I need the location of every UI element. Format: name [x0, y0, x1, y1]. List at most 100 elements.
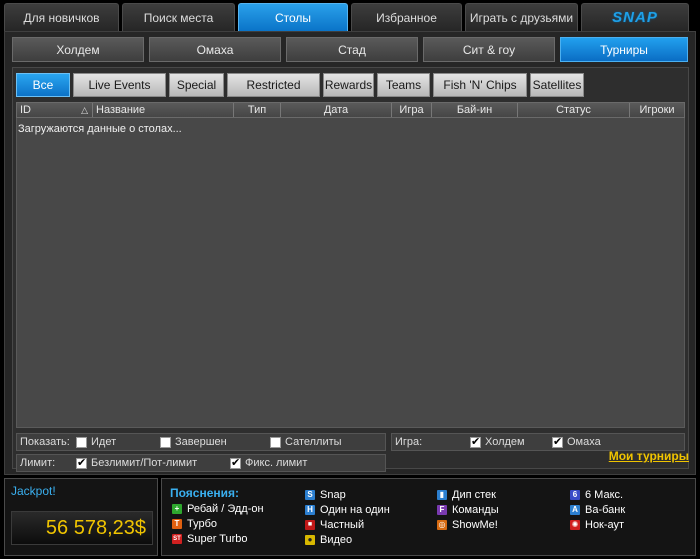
column-name[interactable]: Название: [93, 103, 234, 117]
game-label: Игра:: [395, 436, 423, 448]
column-game[interactable]: Игра: [392, 103, 432, 117]
filter-satellites[interactable]: Satellites: [530, 73, 584, 97]
checkbox-label: Безлимит/Пот-лимит: [91, 457, 198, 469]
column-buyin[interactable]: Бай-ин: [432, 103, 518, 117]
column-status[interactable]: Статус: [518, 103, 630, 117]
show-finished-checkbox[interactable]: Завершен: [160, 436, 270, 448]
bottom-bar: Jackpot! 56 578,23$ Пояснения: + Ребай / …: [4, 478, 696, 556]
column-id[interactable]: ID △: [17, 103, 93, 117]
filter-restricted[interactable]: Restricted: [227, 73, 320, 97]
legend-item: A Ва-банк: [570, 503, 625, 516]
tournament-filters: Все Live Events Special Restricted Rewar…: [16, 73, 584, 97]
column-type[interactable]: Тип: [234, 103, 281, 117]
filter-all[interactable]: Все: [16, 73, 70, 97]
legend-item-label: Частный: [320, 518, 365, 531]
legend-item: F Команды: [437, 503, 499, 516]
limit-filter-row: Лимит: Безлимит/Пот-лимит Фикс. лимит: [16, 454, 386, 472]
legend-item: ● Видео: [305, 533, 390, 546]
legend-item: ▮ Дип стек: [437, 488, 499, 501]
show-filter-row: Показать: Идет Завершен Сателлиты: [16, 433, 386, 451]
legend-item-label: 6 Макс.: [585, 488, 624, 501]
checkbox-label: Сателлиты: [285, 436, 342, 448]
tab-sit-and-go[interactable]: Сит & гоу: [423, 37, 555, 62]
column-players[interactable]: Игроки: [630, 103, 684, 117]
legend-item: H Один на один: [305, 503, 390, 516]
filter-rewards[interactable]: Rewards: [323, 73, 374, 97]
video-icon: ●: [305, 534, 315, 545]
legend-item: 6 6 Макс.: [570, 488, 625, 501]
checkbox-label: Фикс. лимит: [245, 457, 308, 469]
sort-asc-icon: △: [81, 105, 88, 115]
turbo-icon: T: [172, 518, 182, 529]
jackpot-panel: Jackpot! 56 578,23$: [4, 478, 158, 556]
legend-item-label: Турбо: [187, 517, 218, 530]
limit-fixed-checkbox[interactable]: Фикс. лимит: [230, 456, 308, 470]
legend-title: Пояснения:: [170, 486, 240, 500]
filter-special[interactable]: Special: [169, 73, 224, 97]
legend-panel: Пояснения: + Ребай / Эдд-он T Турбо ST Supe…: [161, 478, 696, 556]
heads-up-icon: H: [305, 504, 315, 515]
legend-item: S Snap: [305, 488, 390, 501]
knockout-icon: ✺: [570, 519, 580, 530]
snap-icon: S: [305, 489, 315, 500]
snap-logo[interactable]: SNAP: [581, 3, 689, 31]
tournament-list[interactable]: Загружаются данные о столах...: [16, 118, 685, 428]
limit-label: Лимит:: [20, 457, 56, 469]
game-omaha-checkbox[interactable]: Омаха: [552, 435, 601, 449]
show-running-checkbox[interactable]: Идет: [76, 436, 160, 448]
column-date[interactable]: Дата: [281, 103, 392, 117]
legend-item: + Ребай / Эдд-он: [172, 502, 264, 515]
legend-item-label: Ва-банк: [585, 503, 626, 516]
checkbox-box[interactable]: [76, 436, 87, 448]
checkbox-box[interactable]: [160, 436, 171, 448]
legend-column-3: ▮ Дип стек F Команды ◎ ShowMe!: [437, 488, 499, 531]
game-holdem-checkbox[interactable]: Холдем: [470, 435, 552, 449]
deep-stack-icon: ▮: [437, 489, 447, 500]
legend-item-label: Дип стек: [452, 488, 496, 501]
tab-stud[interactable]: Стад: [286, 37, 418, 62]
main-tabs: Для новичков Поиск места Столы Избранное…: [4, 3, 696, 31]
checkbox-box[interactable]: [552, 435, 563, 449]
checkbox-label: Омаха: [567, 436, 601, 448]
checkbox-box[interactable]: [230, 456, 241, 470]
legend-item: ✺ Нок-аут: [570, 518, 625, 531]
tab-seat-search[interactable]: Поиск места: [122, 3, 235, 31]
legend-item-label: Один на один: [320, 503, 390, 516]
super-turbo-icon: ST: [172, 533, 182, 544]
game-type-tabs: Холдем Омаха Стад Сит & гоу Турниры: [12, 37, 688, 62]
legend-item: ◎ ShowMe!: [437, 518, 499, 531]
legend-item-label: Команды: [452, 503, 499, 516]
limit-nolimit-potlimit-checkbox[interactable]: Безлимит/Пот-лимит: [76, 456, 230, 470]
legend-item-label: Snap: [320, 488, 346, 501]
legend-item: T Турбо: [172, 517, 264, 530]
filter-live-events[interactable]: Live Events: [73, 73, 166, 97]
legend-item-label: Нок-аут: [585, 518, 625, 531]
column-id-label: ID: [20, 104, 31, 116]
legend-column-1: + Ребай / Эдд-он T Турбо ST Super Turbo: [172, 502, 264, 545]
legend-column-2: S Snap H Один на один ■ Частный ● Видео: [305, 488, 390, 546]
tournament-panel: Все Live Events Special Restricted Rewar…: [12, 67, 689, 472]
checkbox-label: Идет: [91, 436, 117, 448]
checkbox-box[interactable]: [470, 435, 481, 449]
checkbox-label: Завершен: [175, 436, 227, 448]
tab-beginners[interactable]: Для новичков: [4, 3, 119, 31]
legend-item-label: Super Turbo: [187, 532, 248, 545]
tab-play-with-friends[interactable]: Играть с друзьями: [465, 3, 578, 31]
tab-favorites[interactable]: Избранное: [351, 3, 462, 31]
legend-item-label: Видео: [320, 533, 353, 546]
tab-holdem[interactable]: Холдем: [12, 37, 144, 62]
show-satellites-checkbox[interactable]: Сателлиты: [270, 436, 342, 448]
jackpot-label: Jackpot!: [11, 484, 56, 498]
checkbox-box[interactable]: [270, 436, 281, 448]
my-tournaments-link[interactable]: Мои турниры: [609, 449, 689, 463]
legend-item-label: Ребай / Эдд-он: [187, 502, 264, 515]
tab-tables[interactable]: Столы: [238, 3, 348, 31]
filter-fish-n-chips[interactable]: Fish 'N' Chips: [433, 73, 527, 97]
legend-column-4: 6 6 Макс. A Ва-банк ✺ Нок-аут: [570, 488, 625, 531]
show-label: Показать:: [20, 436, 70, 448]
tab-omaha[interactable]: Омаха: [149, 37, 281, 62]
checkbox-box[interactable]: [76, 456, 87, 470]
table-header: ID △ Название Тип Дата Игра Бай-ин Статус…: [16, 102, 685, 118]
tab-tournaments[interactable]: Турниры: [560, 37, 688, 62]
filter-teams[interactable]: Teams: [377, 73, 430, 97]
